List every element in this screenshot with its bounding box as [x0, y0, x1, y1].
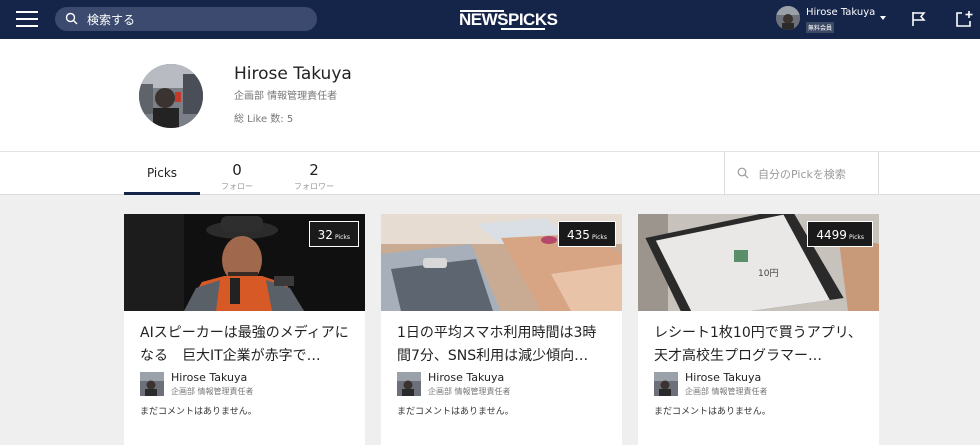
- top-navigation-bar: 検索する NEWSPICKS Hirose Takuya 無料会員: [0, 0, 980, 39]
- pick-count-unit: Picks: [334, 234, 350, 241]
- follower-label: フォロワー: [294, 182, 334, 191]
- pick-count: 4499: [816, 228, 847, 242]
- profile-header: Hirose Takuya 企画部 情報管理責任者 総 Like 数: 5: [0, 39, 980, 152]
- pick-card[interactable]: 32 Picks AIスピーカーは最強のメディアになる 巨大IT企業が赤字で… H…: [124, 214, 365, 445]
- global-search-input[interactable]: 検索する: [55, 7, 317, 31]
- tab-followers[interactable]: 2 フォロワー: [279, 152, 349, 195]
- comment-text: まだコメントはありません。: [397, 407, 514, 417]
- hamburger-menu-icon[interactable]: [16, 11, 38, 27]
- search-placeholder: 検索する: [87, 13, 136, 27]
- tab-picks[interactable]: Picks: [124, 152, 200, 195]
- profile-tabs: Picks 0 フォロー 2 フォロワー 自分のPickを検索: [0, 152, 980, 195]
- article-thumbnail: 10円 4499 Picks: [638, 214, 879, 311]
- author-avatar: [140, 372, 164, 396]
- flag-icon[interactable]: [911, 11, 927, 27]
- author-avatar: [397, 372, 421, 396]
- pick-search-input[interactable]: 自分のPickを検索: [724, 152, 879, 195]
- tab-picks-label: Picks: [146, 166, 178, 180]
- follow-label: フォロー: [221, 182, 253, 191]
- logo-text: NEWSPICKS: [459, 10, 558, 29]
- total-likes: 総 Like 数: 5: [234, 114, 294, 125]
- pick-count: 435: [567, 228, 590, 242]
- article-title[interactable]: 1日の平均スマホ利用時間は3時間7分、SNS利用は減少傾向…: [397, 322, 609, 368]
- author-avatar: [654, 372, 678, 396]
- pick-count-unit: Picks: [848, 234, 864, 241]
- author-name[interactable]: Hirose Takuya: [685, 371, 761, 384]
- new-post-icon[interactable]: [955, 10, 973, 28]
- user-name: Hirose Takuya: [806, 7, 876, 18]
- pick-count-badge: 4499 Picks: [807, 221, 873, 247]
- pick-count-badge: 32 Picks: [308, 221, 359, 247]
- newspicks-logo[interactable]: NEWSPICKS: [459, 9, 558, 31]
- comment-text: まだコメントはありません。: [654, 407, 771, 417]
- search-icon: [65, 12, 78, 25]
- pick-card[interactable]: 435 Picks 1日の平均スマホ利用時間は3時間7分、SNS利用は減少傾向… …: [381, 214, 622, 445]
- profile-avatar: [139, 64, 203, 128]
- pick-count-badge: 435 Picks: [558, 221, 616, 247]
- article-title[interactable]: AIスピーカーは最強のメディアになる 巨大IT企業が赤字で…: [140, 322, 352, 368]
- pick-search-placeholder: 自分のPickを検索: [758, 168, 846, 181]
- svg-text:10円: 10円: [758, 268, 778, 279]
- chevron-down-icon[interactable]: [880, 16, 886, 20]
- article-thumbnail: 435 Picks: [381, 214, 622, 311]
- profile-name: Hirose Takuya: [234, 64, 352, 84]
- pick-count-unit: Picks: [591, 234, 607, 241]
- article-thumbnail: 32 Picks: [124, 214, 365, 311]
- follower-count: 2: [309, 161, 319, 179]
- author-title: 企画部 情報管理責任者: [685, 387, 768, 396]
- membership-badge: 無料会員: [806, 22, 835, 33]
- tab-follow[interactable]: 0 フォロー: [202, 152, 272, 195]
- user-avatar: [776, 6, 800, 30]
- author-name[interactable]: Hirose Takuya: [428, 371, 504, 384]
- profile-title: 企画部 情報管理責任者: [234, 91, 338, 102]
- author-title: 企画部 情報管理責任者: [428, 387, 511, 396]
- author-name[interactable]: Hirose Takuya: [171, 371, 247, 384]
- follow-count: 0: [232, 161, 242, 179]
- pick-count: 32: [317, 228, 333, 242]
- comment-text: まだコメントはありません。: [140, 407, 257, 417]
- search-icon: [737, 167, 749, 179]
- pick-card[interactable]: 10円 4499 Picks レシート1枚10円で買うアプリ、天才高校生プログラマ…: [638, 214, 879, 445]
- author-title: 企画部 情報管理責任者: [171, 387, 254, 396]
- article-title[interactable]: レシート1枚10円で買うアプリ、天才高校生プログラマー…: [654, 322, 866, 368]
